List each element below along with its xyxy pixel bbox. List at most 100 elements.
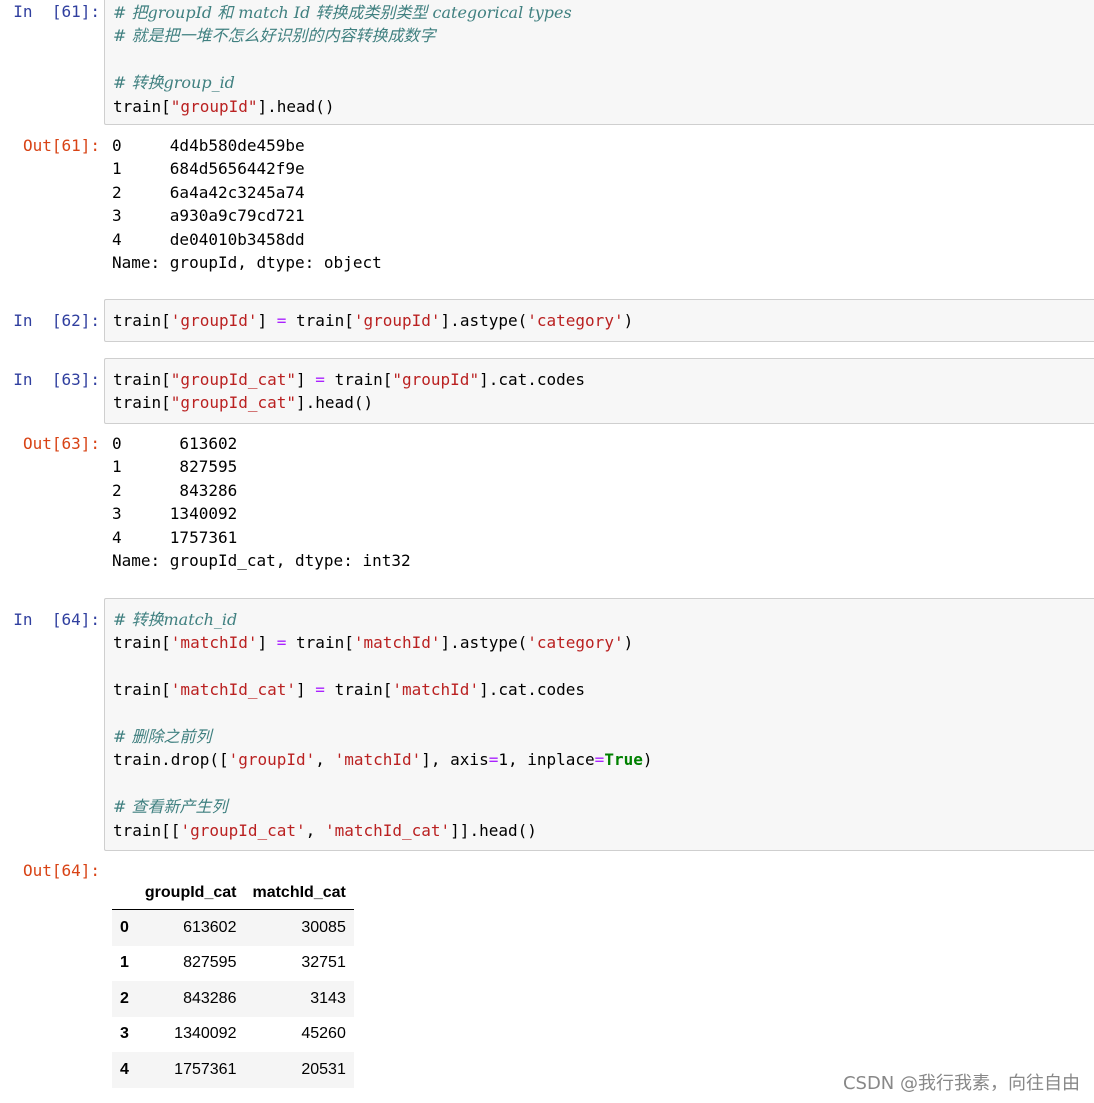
code-line: # 就是把一堆不怎么好识别的内容转换成数字 [113, 24, 572, 47]
code-token: ], axis [421, 750, 489, 770]
row-index: 2 [120, 989, 129, 1007]
code-token: train[ [286, 311, 354, 330]
code-string: 'matchId' [392, 680, 480, 700]
index-header [112, 877, 137, 910]
code-comment: # 就是把一堆不怎么好识别的内容转换成数字 [113, 26, 436, 46]
code-comment: # 把groupId 和 match Id 转换成类别类型 categorica… [113, 3, 572, 22]
output-line: 1 684d5656442f9e [112, 159, 305, 179]
column-header: groupId_cat [136, 877, 245, 910]
code-token: train[ [324, 680, 393, 700]
out-prompt-63: Out[63]: [22, 434, 100, 453]
output-line: Name: groupId_cat, dtype: int32 [112, 550, 411, 570]
code-string: "groupId_cat" [170, 370, 297, 389]
table-cell: 20531 [301, 1060, 346, 1078]
in-prompt-61: In [61]: [13, 2, 100, 21]
row-index: 0 [120, 918, 129, 936]
code-line: # 查看新产生列 [113, 795, 652, 818]
table-cell: 1340092 [174, 1025, 237, 1043]
output-61: 0 4d4b580de459be 1 684d5656442f9e 2 6a4a… [112, 134, 382, 274]
code-token: ] [257, 633, 277, 653]
table-cell: 32751 [301, 954, 346, 972]
code-token: ] [257, 311, 277, 330]
table-row: 1 827595 32751 [112, 946, 354, 982]
table-row: 0 613602 30085 [112, 909, 354, 946]
code-cell-64[interactable]: # 转换match_id train['matchId'] = train['m… [104, 598, 1094, 851]
dataframe-table: groupId_cat matchId_cat 0 613602 30085 1… [112, 877, 354, 1088]
code-token: train[ [286, 633, 354, 653]
row-index: 3 [120, 1025, 129, 1043]
csdn-watermark: CSDN @我行我素，向往自由 [842, 1073, 1080, 1094]
code-line: # 把groupId 和 match Id 转换成类别类型 categorica… [113, 1, 572, 24]
code-operator: = [315, 680, 325, 700]
table-cell: 613602 [183, 918, 237, 936]
code-string: 'matchId' [353, 633, 441, 653]
output-line: Name: groupId, dtype: object [112, 252, 382, 272]
table-cell: 3143 [310, 989, 346, 1007]
code-operator: = [276, 633, 287, 653]
code-comment: # 转换match_id [113, 610, 238, 629]
code-string: 'groupId_cat' [180, 820, 306, 840]
code-string: "groupId_cat" [170, 393, 297, 413]
code-token: ) [623, 311, 634, 330]
code-token: train[ [113, 311, 171, 330]
code-token: ] [296, 370, 316, 389]
table-row: 4 1757361 20531 [112, 1052, 354, 1088]
code-cell-63[interactable]: train["groupId_cat"] = train["groupId"].… [104, 358, 1094, 424]
table-row: 3 1340092 45260 [112, 1017, 354, 1053]
table-header-row: groupId_cat matchId_cat [112, 877, 354, 910]
code-operator: = [276, 311, 287, 330]
code-string: 'matchId_cat' [170, 680, 297, 700]
code-string: 'groupId' [353, 311, 441, 330]
code-token: , [315, 750, 335, 770]
in-prompt-63: In [63]: [13, 370, 100, 389]
code-keyword: True [604, 750, 643, 770]
code-token: train.drop([ [113, 750, 229, 770]
code-line: # 转换group_id [113, 71, 572, 94]
code-cell-61[interactable]: # 把groupId 和 match Id 转换成类别类型 categorica… [104, 0, 1094, 125]
row-index: 4 [120, 1060, 129, 1078]
code-comment: # 删除之前列 [113, 726, 212, 746]
code-string: 'groupId' [170, 311, 258, 330]
output-line: 4 de04010b3458dd [112, 229, 305, 249]
code-token: ].astype( [440, 633, 528, 653]
table-cell: 827595 [183, 954, 237, 972]
code-line: train[['groupId_cat', 'matchId_cat']].he… [113, 819, 652, 842]
code-cell-62[interactable]: train['groupId'] = train['groupId'].asty… [104, 299, 1094, 342]
code-token: ].cat.codes [479, 680, 586, 700]
code-token: , [305, 820, 325, 840]
code-string: 'matchId' [334, 750, 422, 770]
code-operator: = [488, 750, 499, 770]
code-token: train[ [113, 370, 171, 389]
code-token: train[ [113, 393, 171, 413]
code-line: train['matchId'] = train['matchId'].asty… [113, 631, 652, 654]
code-token: train[[ [113, 820, 181, 840]
code-token: train[ [113, 680, 171, 700]
code-token: ] [296, 680, 316, 700]
out-prompt-64: Out[64]: [22, 861, 100, 880]
code-token: train[ [113, 96, 171, 116]
output-line: 4 1757361 [112, 527, 238, 547]
code-line: train['matchId_cat'] = train['matchId'].… [113, 678, 652, 701]
in-prompt-62: In [62]: [13, 311, 100, 330]
code-string: 'category' [527, 311, 624, 330]
output-line: 1 827595 [112, 457, 238, 477]
in-prompt-64: In [64]: [13, 610, 100, 629]
table-cell: 843286 [183, 989, 237, 1007]
code-line: train["groupId_cat"] = train["groupId"].… [113, 368, 585, 391]
code-line: # 转换match_id [113, 608, 652, 631]
output-63: 0 613602 1 827595 2 843286 3 1340092 4 1… [112, 432, 411, 572]
output-line: 3 1340092 [112, 504, 238, 524]
table-cell: 45260 [301, 1025, 346, 1043]
code-string: 'matchId' [170, 633, 258, 653]
output-line: 2 6a4a42c3245a74 [112, 182, 305, 202]
code-line: train["groupId"].head() [113, 95, 572, 118]
code-string: 'category' [527, 633, 624, 653]
output-line: 2 843286 [112, 480, 238, 500]
code-string: 'groupId' [228, 750, 316, 770]
row-index: 1 [120, 954, 129, 972]
code-line: train.drop(['groupId', 'matchId'], axis=… [113, 748, 652, 771]
